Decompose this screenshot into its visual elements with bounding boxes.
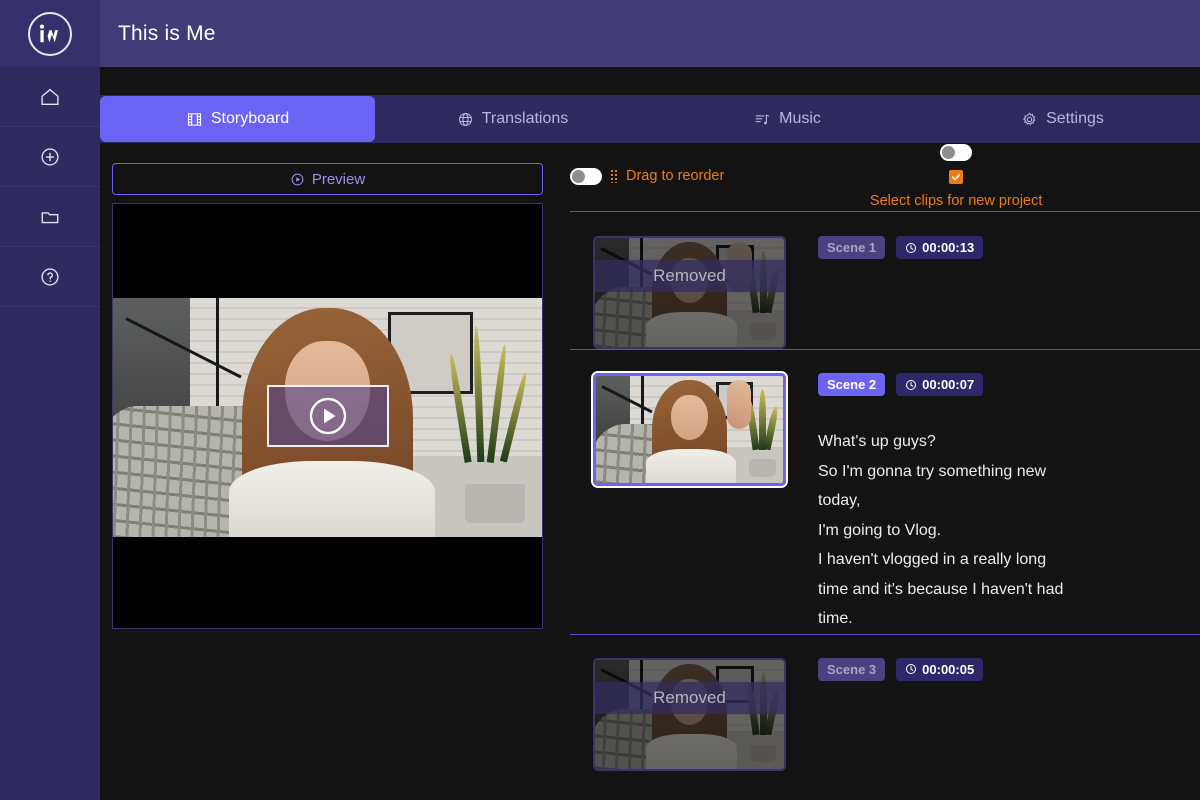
transcript-line: What's up guys? [818,427,1098,457]
scene-list-toolbar: Drag to reorder Select clips [570,163,1200,189]
scene-row[interactable]: Scene 2 00:00:07 What's u [570,349,1200,634]
scene-badges: Scene 3 00:00:05 [818,658,1200,681]
scene-list: Removed Scene 1 [570,212,1200,771]
tab-settings[interactable]: Settings [925,95,1200,143]
transcript-line: I haven't vlogged in a really long [818,545,1098,575]
scene-still-image [595,238,784,347]
main-column: This is Me Storyboard [100,0,1200,800]
toggle-knob [572,170,585,183]
select-clips-toggle[interactable] [940,144,972,161]
transcript-line: time and it's because I haven't had [818,575,1098,605]
scene-badge: Scene 1 [818,236,885,259]
scene-duration: 00:00:05 [922,662,974,677]
select-clips-label: Select clips for new project [870,193,1042,209]
tab-music[interactable]: Music [650,95,925,143]
globe-icon [457,111,474,128]
scene-duration-badge: 00:00:07 [896,373,983,396]
scene-duration: 00:00:07 [922,377,974,392]
play-circle-icon [290,172,305,187]
sidebar [0,0,100,800]
scene-badges: Scene 2 00:00:07 [818,373,1200,396]
removed-overlay: Removed [595,682,784,714]
drag-to-reorder-toggle[interactable] [570,168,602,185]
scene-transcript[interactable]: What's up guys? So I'm gonna try somethi… [818,427,1098,634]
tab-bar: Storyboard Translations [100,95,1200,143]
scene-thumbnail[interactable] [593,373,786,486]
drag-handle-icon [611,170,617,183]
scene-still-image [596,376,783,483]
scene-thumb-wrap [593,373,786,634]
scene-duration: 00:00:13 [922,240,974,255]
storyboard-pane: Drag to reorder Select clips [570,143,1200,800]
folder-icon [39,206,61,228]
tab-label: Translations [482,110,569,128]
scene-duration-badge: 00:00:05 [896,658,983,681]
scene-info: Scene 3 00:00:05 [786,658,1200,771]
scene-row[interactable]: Removed Scene 3 [570,634,1200,771]
sidebar-spacer [0,307,100,800]
plus-circle-icon [39,146,61,168]
clock-icon [905,663,917,675]
preview-pane: Preview [100,143,570,800]
scene-badge: Scene 3 [818,658,885,681]
scene-thumbnail[interactable]: Removed [593,236,786,349]
clock-icon [905,379,917,391]
scene-thumb-wrap: Removed [593,236,786,349]
check-icon [951,172,961,182]
preview-button-label: Preview [312,171,365,188]
content-area: Storyboard Translations [100,67,1200,800]
drag-to-reorder-label: Drag to reorder [626,168,724,184]
sidebar-item-help[interactable] [0,247,100,307]
scene-info: Scene 1 00:00:13 [786,236,1200,349]
tab-label: Music [779,110,821,128]
page-title: This is Me [118,22,216,46]
transcript-line: So I'm gonna try something new [818,457,1098,487]
scene-badge: Scene 2 [818,373,885,396]
clock-icon [905,242,917,254]
gear-icon [1021,111,1038,128]
music-notes-icon [754,111,771,128]
drag-to-reorder-group: Drag to reorder [570,168,724,185]
main-split: Preview [100,143,1200,800]
transcript-line: time. [818,604,1098,634]
transcript-line: I'm going to Vlog. [818,516,1098,546]
tab-translations[interactable]: Translations [375,95,650,143]
toggle-knob [942,146,955,159]
video-player[interactable] [112,203,543,629]
removed-label: Removed [653,688,726,708]
select-clips-group: Select clips for new project [724,144,1188,209]
removed-label: Removed [653,266,726,286]
tab-storyboard[interactable]: Storyboard [100,96,375,142]
sidebar-item-projects[interactable] [0,187,100,247]
sidebar-item-home[interactable] [0,67,100,127]
app-logo[interactable] [0,0,100,67]
app-root: This is Me Storyboard [0,0,1200,800]
scene-thumb-wrap: Removed [593,658,786,771]
select-clips-checkbox[interactable] [949,170,963,184]
tab-label: Settings [1046,110,1104,128]
home-icon [39,86,61,108]
scene-info: Scene 2 00:00:07 What's u [786,373,1200,634]
sidebar-item-new[interactable] [0,127,100,187]
logo-circle-icon [28,12,72,56]
play-button-overlay[interactable] [267,385,389,447]
removed-overlay: Removed [595,260,784,292]
question-circle-icon [39,266,61,288]
w-logo-icon [38,24,62,44]
film-icon [186,111,203,128]
scene-thumbnail[interactable]: Removed [593,658,786,771]
scene-badges: Scene 1 00:00:13 [818,236,1200,259]
scene-duration-badge: 00:00:13 [896,236,983,259]
scene-row[interactable]: Removed Scene 1 [570,212,1200,349]
preview-button[interactable]: Preview [112,163,543,195]
play-icon [308,396,348,436]
scene-still-image [595,660,784,769]
topbar: This is Me [100,0,1200,67]
tab-label: Storyboard [211,110,289,128]
transcript-line: today, [818,486,1098,516]
